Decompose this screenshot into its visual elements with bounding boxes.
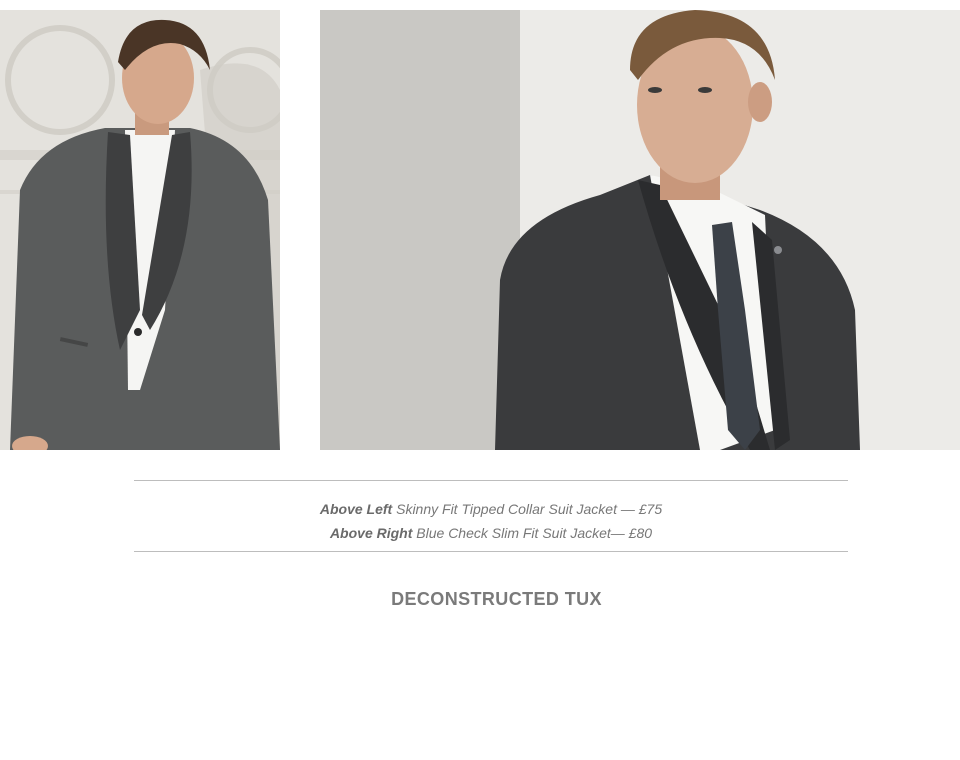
caption-above-left-label: Above Left [319,501,393,517]
blue-check-jacket-illustration [320,10,960,450]
tipped-collar-jacket-illustration [0,10,280,450]
caption-above-right: Above Right Blue Check Slim Fit Suit Jac… [134,521,848,545]
product-caption: Above Left Skinny Fit Tipped Collar Suit… [134,480,848,552]
blue-check-jacket-photo[interactable] [320,10,960,450]
caption-above-right-text[interactable]: Blue Check Slim Fit Suit Jacket— £80 [412,525,652,541]
caption-above-right-label: Above Right [329,525,413,541]
section-heading: DECONSTRUCTED TUX [391,589,602,609]
tipped-collar-jacket-photo[interactable] [0,10,280,450]
caption-above-left: Above Left Skinny Fit Tipped Collar Suit… [134,497,848,521]
caption-above-left-text[interactable]: Skinny Fit Tipped Collar Suit Jacket — £… [392,501,662,517]
